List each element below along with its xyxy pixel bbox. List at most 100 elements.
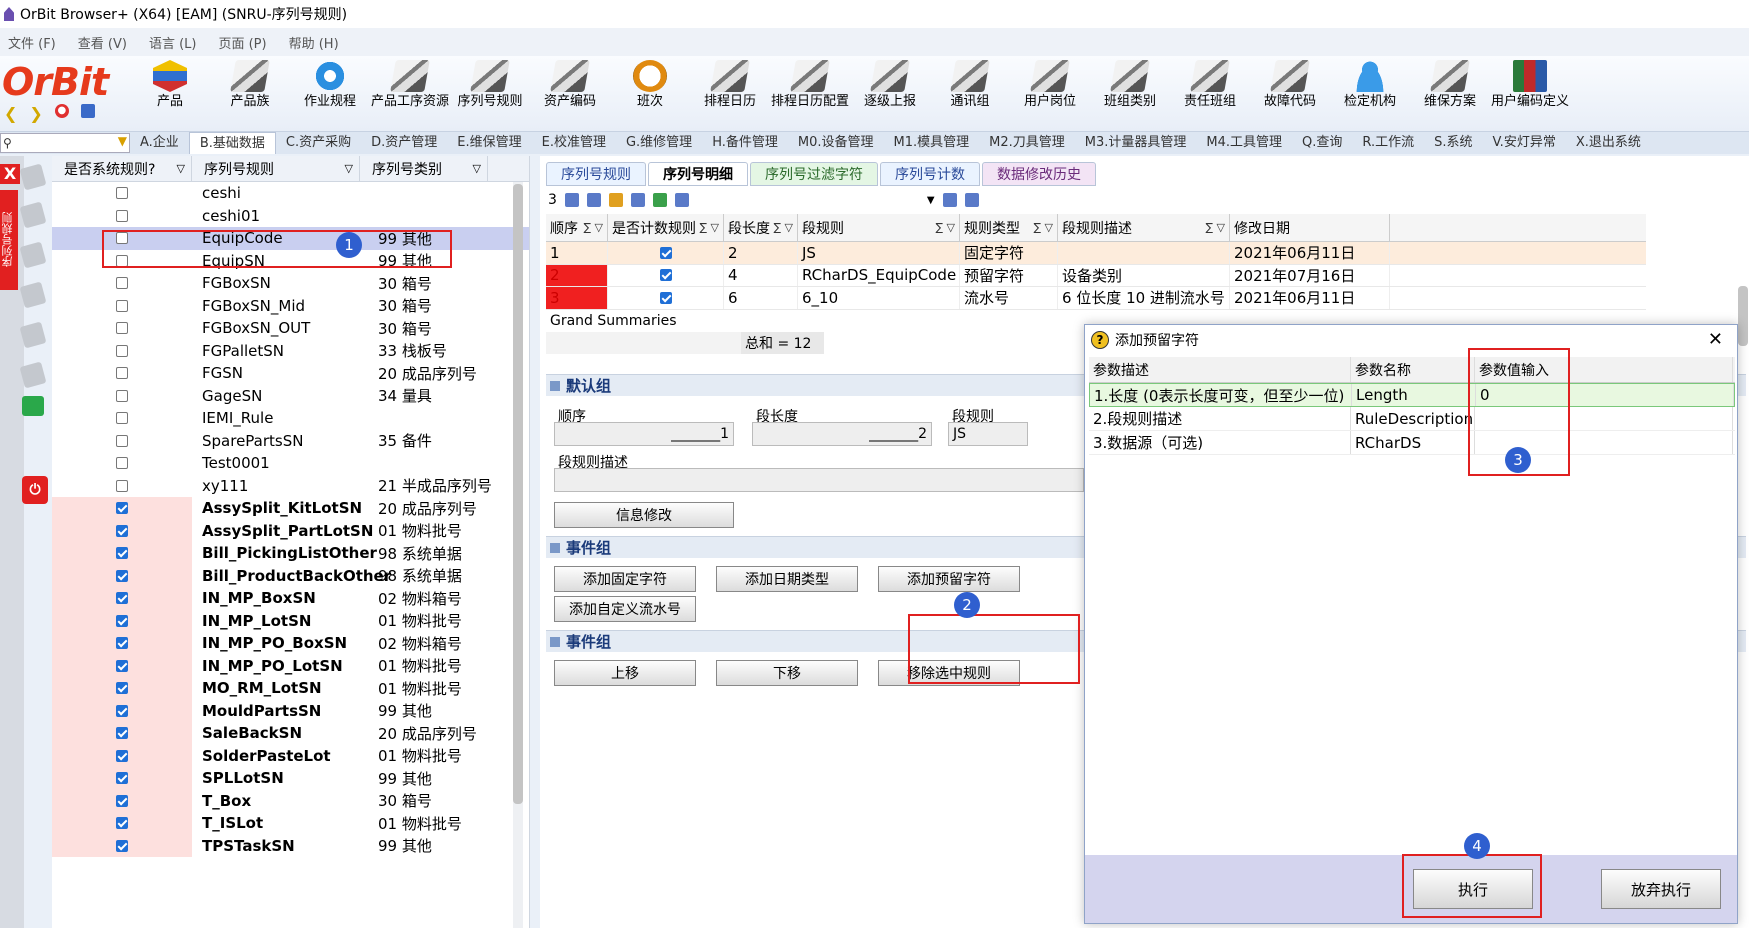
search-input[interactable]: ⚲ ▼ [0,133,130,153]
is-system-checkbox[interactable] [116,524,128,537]
rule-list-row[interactable]: IEMI_Rule [52,407,529,430]
cancel-execute-button[interactable]: 放弃执行 [1601,869,1721,909]
detail-tab-3[interactable]: 序列号计数 [880,162,980,186]
is-system-checkbox[interactable] [116,614,128,627]
stop-icon[interactable]: ● [54,104,69,118]
rule-list-row[interactable]: AssySplit_KitLotSN 20 成品序列号 [52,497,529,520]
segment-row[interactable]: 3 6 6_10 流水号 6 位长度 10 进制流水号 2021年06月11日 [546,287,1646,310]
is-system-cell[interactable] [52,834,192,857]
toolbar-button-16[interactable]: 维保方案 [1410,56,1490,132]
toolbar-button-14[interactable]: 故障代码 [1250,56,1330,132]
rule-list-row[interactable]: Bill_ProductBackOther 98 系统单据 [52,564,529,587]
is-count-checkbox[interactable] [659,269,672,282]
power-icon[interactable]: ⏻ [22,476,48,504]
header-rule-name[interactable]: 序列号规则 ▽ [192,156,360,181]
filter-icon[interactable]: ▽ [345,162,353,175]
collapse-icon[interactable] [550,636,560,647]
module-tab-11[interactable]: M3.计量器具管理 [1075,132,1197,154]
detail-tab-4[interactable]: 数据修改历史 [982,162,1096,186]
is-system-checkbox[interactable] [116,209,128,222]
module-tab-9[interactable]: M1.模具管理 [884,132,980,154]
segment-row[interactable]: 2 4 RCharDS_EquipCode 预留字符 设备类别 2021年07月16日 [546,264,1646,287]
expand-icon[interactable] [964,193,979,207]
rule-list-row[interactable]: FGBoxSN_Mid 30 箱号 [52,295,529,318]
rule-list-row[interactable]: MouldPartsSN 99 其他 [52,699,529,722]
is-system-cell[interactable] [52,812,192,835]
seq-field[interactable]: _______1 [554,422,734,446]
move-top-icon[interactable] [564,193,579,207]
module-tab-17[interactable]: X.退出系统 [1566,132,1651,154]
rule-list-row[interactable]: GageSN 34 量具 [52,385,529,408]
is-system-cell[interactable] [52,519,192,542]
rule-list-row[interactable]: IN_MP_PO_LotSN 01 物料批号 [52,654,529,677]
rule-list-row[interactable]: T_Box 30 箱号 [52,789,529,812]
toolbar-button-10[interactable]: 通讯组 [930,56,1010,132]
segment-cell-count[interactable] [608,242,724,264]
back-arrow-icon[interactable]: ❮ [4,104,17,123]
is-system-cell[interactable] [52,430,192,453]
rule-list-row[interactable]: MO_RM_LotSN 01 物料批号 [52,677,529,700]
move-down-button[interactable]: 下移 [716,660,858,686]
is-system-cell[interactable] [52,295,192,318]
param-row[interactable]: 3.数据源（可选) RCharDS [1089,431,1735,455]
is-system-cell[interactable] [52,699,192,722]
toolbar-button-0[interactable]: 产品 [130,56,210,132]
clip-icon[interactable] [19,241,47,269]
module-tab-13[interactable]: Q.查询 [1292,132,1352,154]
rule-list-row[interactable]: Bill_PickingListOther 98 系统单据 [52,542,529,565]
module-tab-10[interactable]: M2.刀具管理 [979,132,1075,154]
is-system-checkbox[interactable] [116,479,128,492]
module-tab-12[interactable]: M4.工具管理 [1196,132,1292,154]
header-rule-category[interactable]: 序列号类别 ▽ [360,156,488,181]
is-system-cell[interactable] [52,654,192,677]
module-tab-16[interactable]: V.安灯异常 [1482,132,1565,154]
module-tab-15[interactable]: S.系统 [1424,132,1482,154]
is-system-checkbox[interactable] [116,592,128,605]
is-system-checkbox[interactable] [116,389,128,402]
detail-tab-1[interactable]: 序列号明细 [648,162,748,186]
is-system-cell[interactable] [52,475,192,498]
menu-page[interactable]: 页面 (P) [218,33,266,52]
rule-list-row[interactable]: FGPalletSN 33 栈板号 [52,340,529,363]
hand-icon[interactable] [608,193,623,207]
rule-desc-field[interactable] [554,468,1084,492]
is-count-checkbox[interactable] [659,246,672,259]
is-system-cell[interactable] [52,497,192,520]
toolbar-button-11[interactable]: 用户岗位 [1010,56,1090,132]
is-system-cell[interactable] [52,317,192,340]
dropdown-icon[interactable]: ▼ [118,134,127,148]
rule-list-scrollbar[interactable] [513,182,523,928]
layers-icon[interactable] [19,281,47,309]
rule-list-row[interactable]: Test0001 [52,452,529,475]
copy-icon[interactable] [630,193,645,207]
rule-list-row[interactable]: SaleBackSN 20 成品序列号 [52,722,529,745]
rule-list-row[interactable]: IN_MP_LotSN 01 物料批号 [52,609,529,632]
col-is-count[interactable]: 是否计数规则 ∑ ▽ [608,214,724,241]
toolbar-button-15[interactable]: 检定机构 [1330,56,1410,132]
rule-list-row[interactable]: FGSN 20 成品序列号 [52,362,529,385]
is-system-cell[interactable] [52,205,192,228]
is-system-checkbox[interactable] [116,457,128,470]
toolbar-button-2[interactable]: 作业规程 [290,56,370,132]
param-row[interactable]: 1.长度 (0表示长度可变，但至少一位) Length 0 [1089,383,1735,407]
toolbar-button-17[interactable]: 用户编码定义 [1490,56,1570,132]
move-up-button[interactable]: 上移 [554,660,696,686]
add-custom-serial-button[interactable]: 添加自定义流水号 [554,596,696,622]
collapse-icon[interactable] [550,542,560,553]
rule-list-row[interactable]: T_ISLot 01 物料批号 [52,812,529,835]
rule-list-row[interactable]: ceshi [52,182,529,205]
is-system-checkbox[interactable] [116,749,128,762]
segment-row[interactable]: 1 2 JS 固定字符 2021年06月11日 [546,242,1646,265]
col-rule-type[interactable]: 规则类型 ∑ ▽ [960,214,1058,241]
chevron-down-icon[interactable]: ▼ [927,195,935,206]
is-system-cell[interactable] [52,677,192,700]
is-system-cell[interactable] [52,272,192,295]
toolbar-button-1[interactable]: 产品族 [210,56,290,132]
rule-field[interactable]: JS [948,422,1028,446]
excel-icon[interactable] [22,396,44,416]
grid-icon[interactable] [674,193,689,207]
is-system-checkbox[interactable] [116,367,128,380]
length-field[interactable]: _______2 [752,422,932,446]
is-system-checkbox[interactable] [116,547,128,560]
is-count-checkbox[interactable] [659,291,672,304]
